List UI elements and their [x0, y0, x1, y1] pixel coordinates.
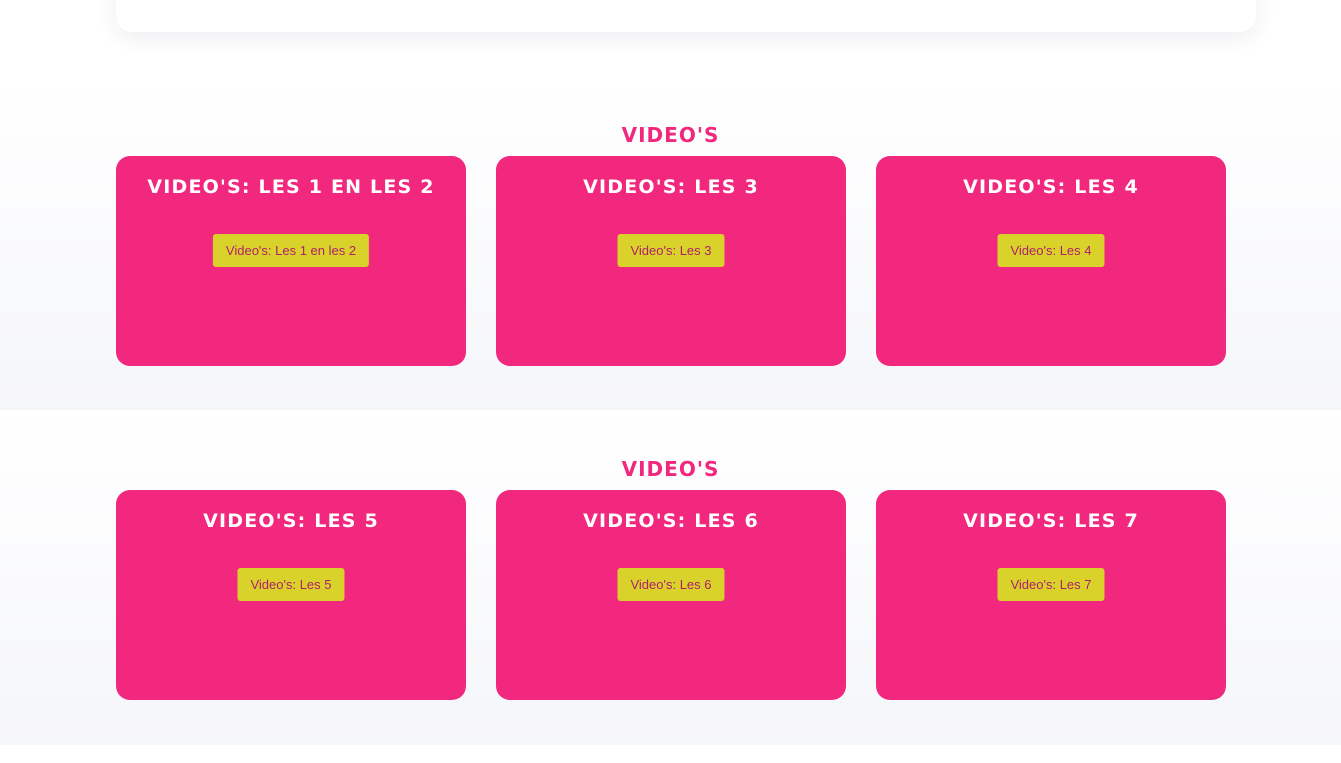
card-title: VIDEO'S: LES 1 EN LES 2 — [147, 176, 435, 198]
video-card-les-7: VIDEO'S: LES 7 Video's: Les 7 — [876, 490, 1226, 700]
videos-section-2: VIDEO'S VIDEO'S: LES 5 Video's: Les 5 VI… — [0, 410, 1341, 745]
video-button-les-5[interactable]: Video's: Les 5 — [237, 568, 345, 601]
video-card-les-6: VIDEO'S: LES 6 Video's: Les 6 — [496, 490, 846, 700]
video-card-les-5: VIDEO'S: LES 5 Video's: Les 5 — [116, 490, 466, 700]
video-button-les-1-2[interactable]: Video's: Les 1 en les 2 — [212, 234, 370, 267]
video-button-les-7[interactable]: Video's: Les 7 — [997, 568, 1105, 601]
top-card — [116, 0, 1256, 32]
video-button-les-3[interactable]: Video's: Les 3 — [617, 234, 725, 267]
card-row: VIDEO'S: LES 5 Video's: Les 5 VIDEO'S: L… — [116, 490, 1226, 700]
section-title: VIDEO'S — [621, 123, 720, 147]
video-card-les-1-2: VIDEO'S: LES 1 EN LES 2 Video's: Les 1 e… — [116, 156, 466, 366]
section-title: VIDEO'S — [621, 457, 720, 481]
video-card-les-4: VIDEO'S: LES 4 Video's: Les 4 — [876, 156, 1226, 366]
card-row: VIDEO'S: LES 1 EN LES 2 Video's: Les 1 e… — [116, 156, 1226, 366]
card-title: VIDEO'S: LES 4 — [963, 176, 1139, 198]
card-title: VIDEO'S: LES 3 — [583, 176, 759, 198]
card-title: VIDEO'S: LES 5 — [203, 510, 379, 532]
video-card-les-3: VIDEO'S: LES 3 Video's: Les 3 — [496, 156, 846, 366]
video-button-les-4[interactable]: Video's: Les 4 — [997, 234, 1105, 267]
card-title: VIDEO'S: LES 7 — [963, 510, 1139, 532]
video-button-les-6[interactable]: Video's: Les 6 — [617, 568, 725, 601]
videos-section-1: VIDEO'S VIDEO'S: LES 1 EN LES 2 Video's:… — [0, 76, 1341, 410]
card-title: VIDEO'S: LES 6 — [583, 510, 759, 532]
